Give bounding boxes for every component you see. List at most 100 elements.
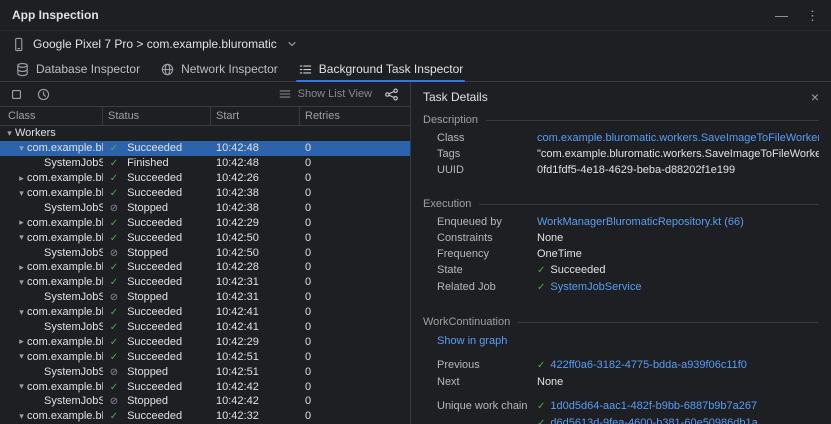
task-toolbar: Show List View xyxy=(0,82,410,106)
stop-inspection-icon[interactable] xyxy=(9,87,24,102)
network-globe-icon xyxy=(160,62,175,77)
check-icon: ✓ xyxy=(108,262,120,273)
table-row[interactable]: SystemJobS ⊘ Stopped 10:42:31 0 xyxy=(0,290,410,305)
chevron-down-icon[interactable]: ▾ xyxy=(16,232,27,243)
table-row[interactable]: ▸ com.example.bl ✓ Succeeded 10:42:29 0 xyxy=(0,215,410,230)
column-header-status[interactable]: Status xyxy=(103,107,211,125)
inspector-tabs: Database Inspector Network Inspector Bac… xyxy=(0,57,831,82)
chevron-down-icon[interactable]: ▾ xyxy=(16,411,27,422)
retries-value: 0 xyxy=(300,351,410,363)
column-header-retries[interactable]: Retries xyxy=(300,107,410,125)
table-row[interactable]: ▾ com.example.bl ✓ Succeeded 10:42:31 0 xyxy=(0,275,410,290)
enqueued-by-link[interactable]: WorkManagerBluromaticRepository.kt (66) xyxy=(537,215,744,229)
worker-class: SystemJobS xyxy=(44,321,103,333)
table-row[interactable]: ▾ com.example.bl ✓ Succeeded 10:42:38 0 xyxy=(0,186,410,201)
start-time: 10:42:48 xyxy=(211,142,300,154)
status-label: Stopped xyxy=(127,291,168,303)
chevron-right-icon[interactable]: ▸ xyxy=(16,217,27,228)
stopped-icon: ⊘ xyxy=(108,396,120,407)
show-in-graph-link[interactable]: Show in graph xyxy=(411,332,831,349)
table-row[interactable]: ▸ com.example.bl ✓ Succeeded 10:42:28 0 xyxy=(0,260,410,275)
table-row[interactable]: SystemJobS ✓ Finished 10:42:48 0 xyxy=(0,156,410,171)
table-row[interactable]: ▾ com.example.bl ✓ Succeeded 10:42:48 0 xyxy=(0,141,410,156)
check-icon: ✓ xyxy=(108,322,120,333)
enqueued-by-label: Enqueued by xyxy=(437,215,537,229)
close-icon[interactable]: × xyxy=(811,90,819,104)
chevron-down-icon[interactable]: ▾ xyxy=(16,307,27,318)
hide-icon[interactable]: — xyxy=(775,9,788,22)
check-icon: ✓ xyxy=(537,282,545,293)
show-list-view-label: Show List View xyxy=(298,88,372,100)
worker-class: com.example.bl xyxy=(27,142,103,154)
history-clock-icon[interactable] xyxy=(36,87,51,102)
check-icon: ✓ xyxy=(537,360,545,371)
status-label: Stopped xyxy=(127,395,168,407)
table-row[interactable]: SystemJobS ⊘ Stopped 10:42:50 0 xyxy=(0,245,410,260)
device-selector[interactable]: Google Pixel 7 Pro > com.example.bluroma… xyxy=(0,31,831,57)
table-row[interactable]: ▾ com.example.bl ✓ Succeeded 10:42:51 0 xyxy=(0,349,410,364)
check-icon: ✓ xyxy=(108,277,120,288)
task-table-body: ▾ Workers ▾ com.example.bl xyxy=(0,126,410,424)
chevron-right-icon[interactable]: ▸ xyxy=(16,262,27,273)
chevron-right-icon[interactable]: ▸ xyxy=(16,173,27,184)
chevron-down-icon[interactable]: ▾ xyxy=(16,188,27,199)
tab-database-inspector[interactable]: Database Inspector xyxy=(5,57,150,81)
window-title: App Inspection xyxy=(12,8,99,22)
chevron-down-icon[interactable]: ▾ xyxy=(16,381,27,392)
chevron-down-icon[interactable]: ▾ xyxy=(16,277,27,288)
show-graph-view-icon[interactable] xyxy=(384,87,399,102)
start-time: 10:42:50 xyxy=(211,247,300,259)
table-row[interactable]: ▾ com.example.bl ✓ Succeeded 10:42:32 0 xyxy=(0,409,410,424)
table-row[interactable]: ▾ com.example.bl ✓ Succeeded 10:42:42 0 xyxy=(0,379,410,394)
section-execution: Execution xyxy=(411,192,831,214)
retries-value: 0 xyxy=(300,261,410,273)
start-time: 10:42:41 xyxy=(211,321,300,333)
workers-group-row[interactable]: ▾ Workers xyxy=(0,126,410,141)
start-time: 10:42:26 xyxy=(211,172,300,184)
more-options-icon[interactable]: ⋮ xyxy=(806,9,819,22)
start-time: 10:42:38 xyxy=(211,187,300,199)
chevron-right-icon[interactable]: ▸ xyxy=(16,336,27,347)
chevron-down-icon[interactable]: ▾ xyxy=(16,351,27,362)
tab-network-inspector[interactable]: Network Inspector xyxy=(150,57,288,81)
table-row[interactable]: ▾ com.example.bl ✓ Succeeded 10:42:41 0 xyxy=(0,305,410,320)
column-header-class[interactable]: Class xyxy=(0,107,103,125)
chain-uuid-link[interactable]: 1d0d5d64-aac1-482f-b9bb-6887b9b7a267 xyxy=(550,400,757,412)
chevron-down-icon[interactable]: ▾ xyxy=(16,143,27,154)
start-time: 10:42:41 xyxy=(211,306,300,318)
chevron-down-icon xyxy=(286,38,298,50)
app-inspection-window: App Inspection — ⋮ Google Pixel 7 Pro > … xyxy=(0,0,831,424)
table-row[interactable]: ▾ com.example.bl ✓ Succeeded 10:42:50 0 xyxy=(0,230,410,245)
previous-uuid-link[interactable]: 422ff0a6-3182-4775-bdda-a939f06c11f0 xyxy=(550,359,747,371)
phone-icon xyxy=(11,37,26,52)
related-job-link[interactable]: SystemJobService xyxy=(550,281,641,293)
stopped-icon: ⊘ xyxy=(108,248,120,259)
chevron-down-icon[interactable]: ▾ xyxy=(4,128,15,139)
table-row[interactable]: SystemJobS ⊘ Stopped 10:42:38 0 xyxy=(0,200,410,215)
worker-class: com.example.bl xyxy=(27,172,103,184)
retries-value: 0 xyxy=(300,217,410,229)
titlebar: App Inspection — ⋮ xyxy=(0,0,831,31)
chain-uuid-link[interactable]: d6d5613d-9fea-4600-b381-60e50986db1a xyxy=(550,417,757,424)
table-row[interactable]: SystemJobS ⊘ Stopped 10:42:51 0 xyxy=(0,364,410,379)
frequency-label: Frequency xyxy=(437,247,537,261)
worker-class: SystemJobS xyxy=(44,202,103,214)
check-icon: ✓ xyxy=(108,158,120,169)
table-row[interactable]: ▸ com.example.bl ✓ Succeeded 10:42:29 0 xyxy=(0,334,410,349)
table-row[interactable]: ▸ com.example.bl ✓ Succeeded 10:42:26 0 xyxy=(0,171,410,186)
class-value-link[interactable]: com.example.bluromatic.workers.SaveImage… xyxy=(537,131,819,145)
start-time: 10:42:51 xyxy=(211,366,300,378)
group-label: Workers xyxy=(15,127,56,139)
previous-value: ✓ 422ff0a6-3182-4775-bdda-a939f06c11f0 xyxy=(537,358,747,373)
column-header-start[interactable]: Start xyxy=(211,107,300,125)
unique-work-chain-values: ✓1d0d5d64-aac1-482f-b9bb-6887b9b7a267 ✓d… xyxy=(537,399,758,424)
table-row[interactable]: SystemJobS ⊘ Stopped 10:42:42 0 xyxy=(0,394,410,409)
show-list-view-button[interactable]: Show List View xyxy=(278,87,372,101)
table-row[interactable]: SystemJobS ✓ Succeeded 10:42:41 0 xyxy=(0,320,410,335)
tab-background-task-inspector[interactable]: Background Task Inspector xyxy=(288,57,474,81)
retries-value: 0 xyxy=(300,395,410,407)
start-time: 10:42:51 xyxy=(211,351,300,363)
status-label: Succeeded xyxy=(127,410,182,422)
worker-class: com.example.bl xyxy=(27,351,103,363)
table-header: Class Status Start Retries xyxy=(0,106,410,126)
